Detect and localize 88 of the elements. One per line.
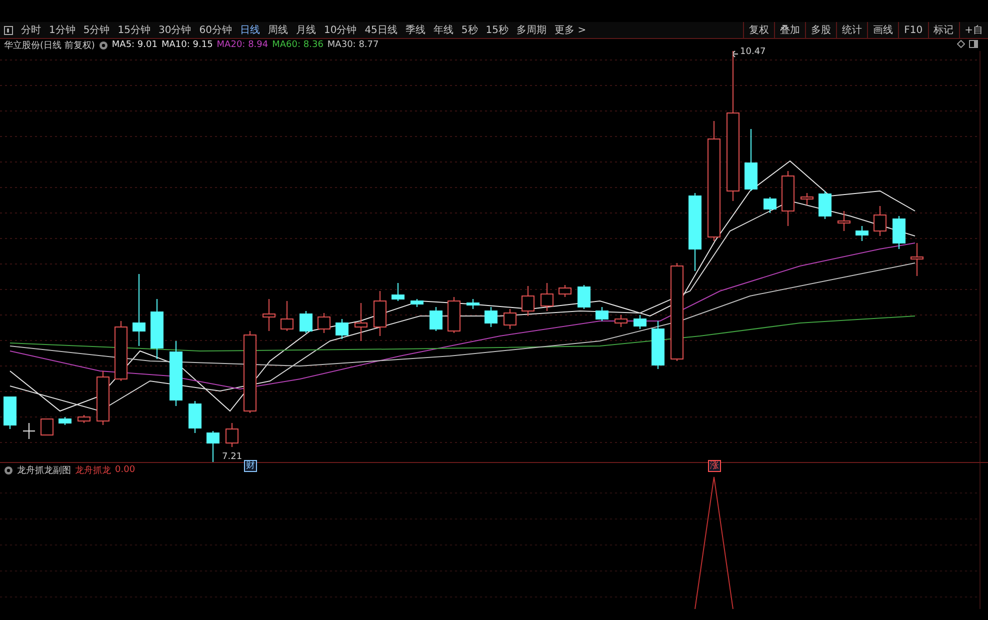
moving-average-legend: MA20: 8.94: [216, 40, 268, 50]
candlestick: [782, 170, 794, 226]
candlestick: [336, 318, 348, 340]
period-tab[interactable]: 45日线: [360, 22, 402, 38]
candlestick: [892, 216, 906, 250]
moving-average-legend: MA60: 8.36: [272, 40, 324, 50]
toolbar-button[interactable]: 多股: [805, 22, 836, 38]
settings-icon[interactable]: [4, 466, 13, 474]
candlestick: [448, 296, 460, 334]
candlestick: [764, 196, 776, 214]
period-tab[interactable]: 60分钟: [195, 22, 236, 38]
high-price-label: 10.47: [740, 47, 766, 57]
period-tab[interactable]: 10分钟: [320, 22, 361, 38]
toolbar-button[interactable]: 复权: [743, 22, 774, 38]
candlestick: [466, 298, 480, 310]
event-marker[interactable]: 涨: [708, 460, 721, 472]
candlestick: [634, 314, 646, 330]
candlestick: [188, 400, 202, 434]
toolbar-button[interactable]: 画线: [867, 22, 898, 38]
candlestick: [522, 286, 534, 316]
period-tab[interactable]: 15秒: [482, 22, 513, 38]
period-tab[interactable]: 30分钟: [154, 22, 196, 38]
candlestick: [910, 242, 924, 276]
toolbar-button[interactable]: +自: [958, 22, 988, 38]
period-tab[interactable]: 周线: [264, 22, 292, 38]
candlestick: [874, 206, 886, 236]
candlestick: [838, 210, 850, 232]
candlestick: [614, 314, 628, 328]
candlestick: [78, 414, 90, 424]
candlestick: [58, 416, 72, 426]
candlestick: [206, 430, 220, 462]
candlestick: [410, 298, 424, 308]
low-price-label: 7.21: [222, 452, 242, 462]
candlestick: [540, 282, 554, 312]
leader-line: [732, 50, 738, 58]
settings-icon[interactable]: [98, 40, 108, 50]
candlestick: [392, 282, 404, 302]
period-tab[interactable]: 月线: [292, 22, 320, 38]
candlestick: [596, 306, 608, 322]
candlestick: [374, 290, 386, 336]
candlestick: [318, 312, 330, 334]
period-tab[interactable]: 5分钟: [79, 22, 114, 38]
candlestick: [150, 298, 164, 360]
candlestick: [578, 284, 590, 310]
toolbar-button[interactable]: 统计: [836, 22, 868, 38]
panel-toggle-icon[interactable]: [4, 26, 13, 34]
diamond-icon[interactable]: [957, 40, 965, 48]
moving-average-legend: MA5: 9.01: [112, 40, 158, 50]
candlestick: [226, 422, 238, 448]
candlestick: [170, 340, 182, 406]
candlestick: [300, 310, 312, 334]
chart-title: 华立股份(日线 前复权): [4, 40, 95, 52]
toolbar-button[interactable]: 叠加: [774, 22, 806, 38]
candlestick: [4, 396, 16, 430]
period-tab[interactable]: 15分钟: [114, 22, 154, 38]
period-tab[interactable]: 多周期: [512, 22, 551, 38]
candlestick: [652, 320, 664, 370]
candlestick: [114, 320, 128, 382]
period-tab[interactable]: 季线: [401, 22, 430, 38]
period-tab[interactable]: 1分钟: [45, 22, 80, 38]
moving-average-legend: MA10: 9.15: [161, 40, 213, 50]
candlestick: [856, 226, 868, 242]
candlestick: [40, 418, 54, 436]
period-tab[interactable]: 年线: [429, 22, 458, 38]
moving-average-legend: MA30: 8.77: [327, 40, 379, 50]
candlestick: [430, 306, 442, 332]
indicator-name: 龙舟抓龙: [75, 464, 111, 476]
candlestick: [744, 128, 758, 192]
indicator-title: 龙舟抓龙副图: [17, 464, 71, 476]
candlestick: [96, 370, 110, 426]
period-tab[interactable]: 分时: [17, 22, 45, 38]
candlestick: [484, 306, 498, 328]
candlestick: [504, 308, 516, 330]
candlestick: [280, 300, 294, 332]
candlestick: [558, 284, 572, 298]
period-tab[interactable]: 日线: [236, 22, 264, 38]
candlestick: [262, 298, 276, 332]
event-marker[interactable]: 财: [244, 460, 257, 472]
candlestick: [818, 190, 832, 220]
indicator-value: 0.00: [115, 465, 136, 475]
toolbar-button[interactable]: 标记: [928, 22, 959, 38]
window-icon[interactable]: [969, 40, 978, 48]
period-tab[interactable]: 5秒: [457, 22, 482, 38]
candlestick: [354, 302, 368, 342]
candlestick: [800, 192, 814, 206]
candlestick: [22, 422, 36, 440]
toolbar-button[interactable]: F10: [898, 22, 928, 38]
period-tab[interactable]: 更多 >: [550, 22, 590, 38]
